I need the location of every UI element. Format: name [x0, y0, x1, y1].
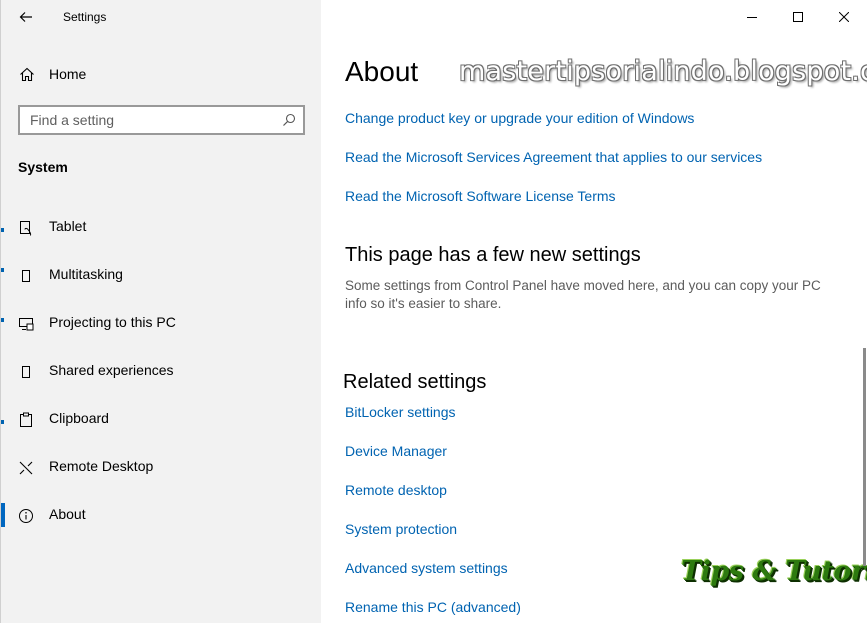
sidebar-item-label: Projecting to this PC — [49, 314, 176, 330]
info-icon — [19, 509, 33, 523]
remote-desktop-link[interactable]: Remote desktop — [345, 482, 447, 498]
maximize-icon — [793, 12, 803, 22]
sidebar-item-projecting[interactable]: Projecting to this PC — [1, 303, 322, 343]
search-input[interactable] — [30, 111, 270, 129]
selection-indicator — [1, 503, 5, 527]
sidebar-item-remote-desktop[interactable]: Remote Desktop — [1, 447, 322, 487]
license-terms-link[interactable]: Read the Microsoft Software License Term… — [345, 188, 616, 204]
app-title: Settings — [63, 10, 107, 24]
page-title: About — [345, 56, 419, 87]
title-bar: Settings — [1, 0, 322, 34]
scrollbar-thumb[interactable] — [863, 348, 866, 566]
settings-window: Settings Home System Tablet — [0, 0, 867, 623]
sidebar-item-about[interactable]: About — [1, 495, 322, 535]
sidebar-item-multitasking[interactable]: Multitasking — [1, 255, 322, 295]
nav-home-label: Home — [49, 66, 87, 82]
sidebar-item-clipboard[interactable]: Clipboard — [1, 399, 322, 439]
edge-mark — [1, 318, 4, 322]
edge-mark — [1, 228, 4, 232]
advanced-system-settings-link[interactable]: Advanced system settings — [345, 560, 508, 576]
shared-experiences-icon — [22, 366, 30, 378]
section-title: System — [18, 159, 68, 175]
clipboard-icon — [20, 412, 32, 427]
minimize-icon — [747, 17, 757, 18]
search-box[interactable] — [18, 105, 305, 135]
close-icon — [839, 12, 849, 22]
maximize-button[interactable] — [775, 0, 821, 34]
tips-tutorial-logo: Tips & Tutorial — [681, 556, 867, 587]
projecting-icon — [19, 318, 34, 331]
home-icon — [20, 67, 34, 82]
watermark-text: mastertipsorialindo.blogspot.com — [459, 56, 867, 87]
sidebar-item-label: Shared experiences — [49, 362, 174, 378]
multitasking-icon — [22, 270, 30, 282]
bitlocker-settings-link[interactable]: BitLocker settings — [345, 404, 456, 420]
minimize-button[interactable] — [729, 0, 775, 34]
services-agreement-link[interactable]: Read the Microsoft Services Agreement th… — [345, 149, 762, 165]
navigation-pane: Settings Home System Tablet — [0, 0, 321, 623]
new-settings-description: Some settings from Control Panel have mo… — [345, 278, 821, 311]
edge-mark — [1, 268, 4, 272]
sidebar-item-label: Multitasking — [49, 266, 123, 282]
tablet-icon — [20, 221, 32, 236]
sidebar-item-label: About — [49, 506, 86, 522]
sidebar-item-label: Clipboard — [49, 410, 109, 426]
back-arrow-icon — [19, 12, 32, 22]
window-controls — [729, 0, 867, 34]
related-settings-heading: Related settings — [343, 371, 487, 393]
device-manager-link[interactable]: Device Manager — [345, 443, 447, 459]
sidebar-item-shared-experiences[interactable]: Shared experiences — [1, 351, 322, 391]
system-protection-link[interactable]: System protection — [345, 521, 457, 537]
sidebar-item-label: Tablet — [49, 218, 87, 234]
nav-home[interactable]: Home — [1, 58, 322, 90]
close-button[interactable] — [821, 0, 867, 34]
edge-mark — [1, 420, 4, 424]
remote-desktop-icon — [19, 461, 33, 475]
back-button[interactable] — [11, 4, 41, 30]
rename-pc-link[interactable]: Rename this PC (advanced) — [345, 599, 521, 615]
search-icon[interactable] — [282, 113, 296, 127]
content-pane: About mastertipsorialindo.blogspot.com C… — [321, 0, 867, 623]
new-settings-heading: This page has a few new settings — [345, 244, 641, 266]
change-product-key-link[interactable]: Change product key or upgrade your editi… — [345, 110, 694, 126]
sidebar-item-tablet[interactable]: Tablet — [1, 207, 322, 247]
sidebar-item-label: Remote Desktop — [49, 458, 154, 474]
